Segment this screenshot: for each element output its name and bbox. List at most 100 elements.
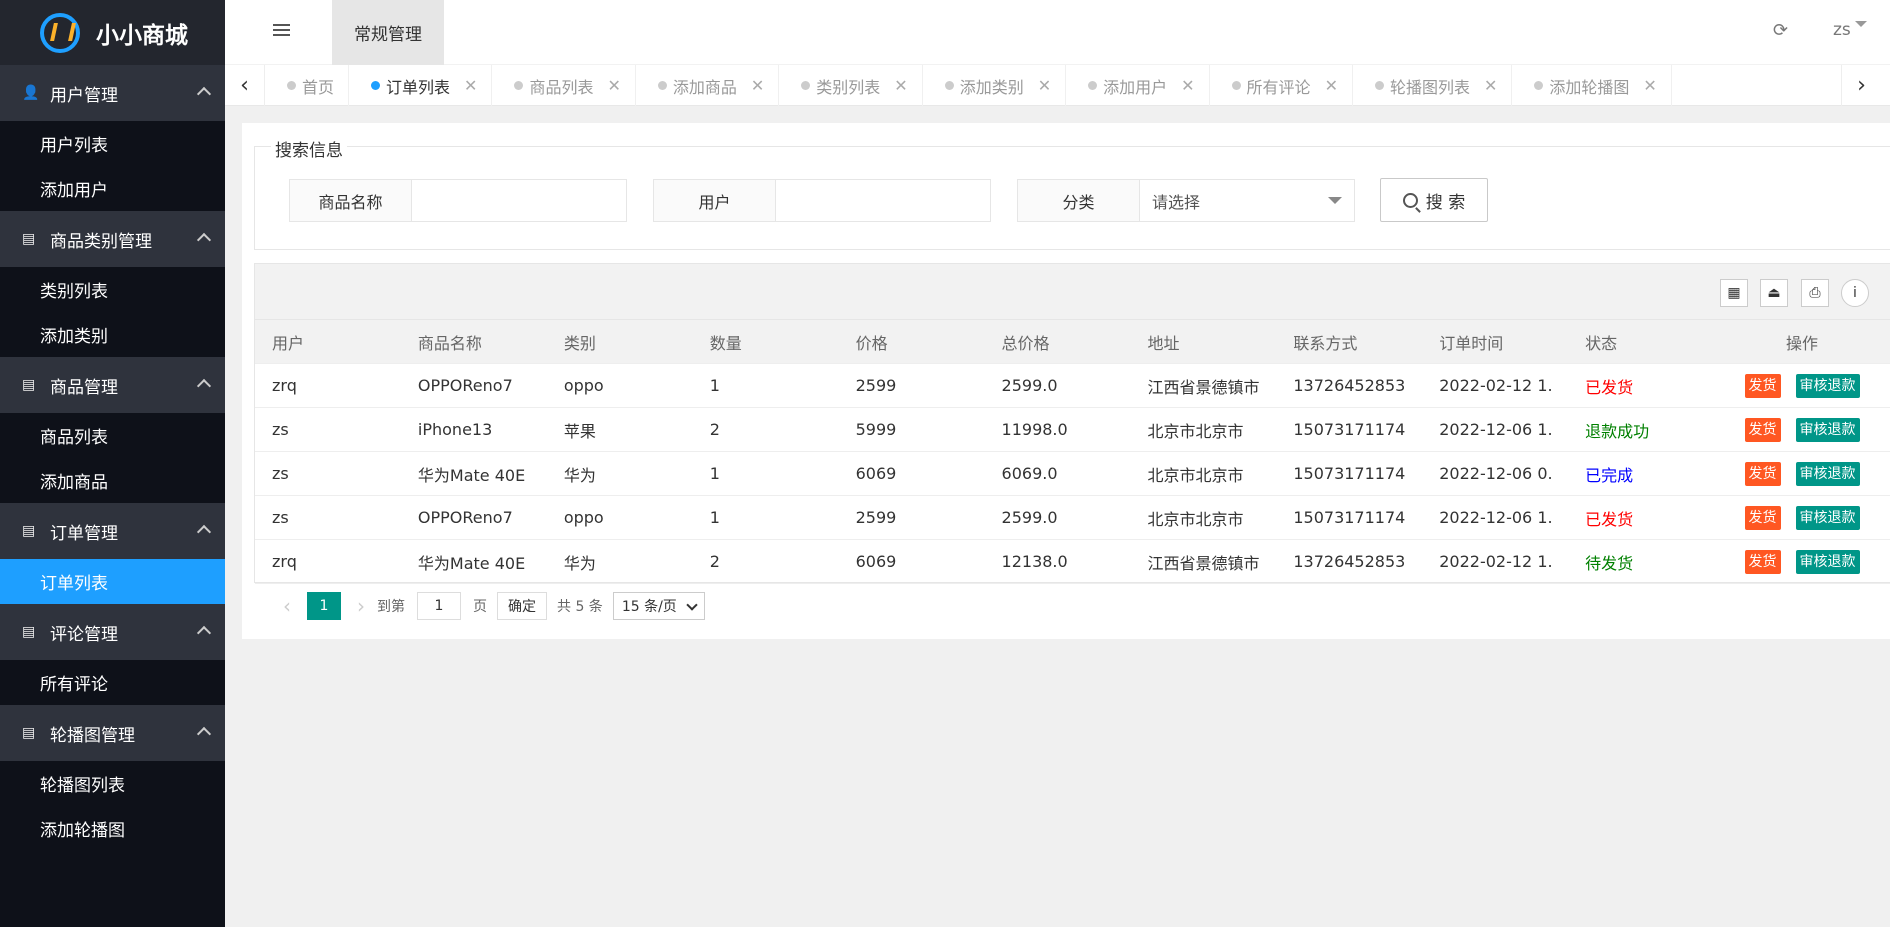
close-icon[interactable]: ✕ <box>1484 76 1497 95</box>
refund-review-button[interactable]: 审核退款 <box>1795 549 1860 574</box>
sidebar-group[interactable]: ▤ 商品管理 <box>0 357 225 413</box>
close-icon[interactable]: ✕ <box>607 76 620 95</box>
close-icon[interactable]: ✕ <box>894 76 907 95</box>
sidebar-item[interactable]: 添加类别 <box>0 312 225 357</box>
ship-button[interactable]: 发货 <box>1744 417 1781 442</box>
ship-button[interactable]: 发货 <box>1744 505 1781 530</box>
refund-review-button[interactable]: 审核退款 <box>1795 461 1860 486</box>
close-icon[interactable]: ✕ <box>1325 76 1338 95</box>
sidebar-item[interactable]: 商品列表 <box>0 413 225 458</box>
table-row: zrq 华为Mate 40E 华为 2 6069 12138.0 江西省景德镇市 137264… <box>255 540 1890 584</box>
table-toolbar: ▦ ⏏ ⎙ i <box>255 264 1890 320</box>
user-icon: 👤 <box>22 85 40 101</box>
cell-phone: 15073171174 <box>1276 420 1422 439</box>
ship-button[interactable]: 发货 <box>1744 461 1781 486</box>
top-header: 常规管理 ⟳ zs <box>225 0 1890 65</box>
tab[interactable]: 添加商品 ✕ <box>636 65 780 106</box>
tab[interactable]: 轮播图列表 ✕ <box>1353 65 1513 106</box>
total-count: 共 5 条 <box>557 599 603 615</box>
tab[interactable]: 添加类别 ✕ <box>923 65 1067 106</box>
sidebar-item[interactable]: 用户列表 <box>0 121 225 166</box>
cell-address: 北京市北京市 <box>1130 462 1276 486</box>
export-icon[interactable]: ⏏ <box>1760 279 1788 307</box>
prev-page-icon[interactable]: ‹ <box>271 594 303 618</box>
cell-category: oppo <box>547 508 693 527</box>
cell-status: 待发货 <box>1568 550 1714 574</box>
refund-review-button[interactable]: 审核退款 <box>1795 417 1860 442</box>
tab[interactable]: 添加轮播图 ✕ <box>1512 65 1672 106</box>
cell-user-text: zs <box>272 508 289 527</box>
tab[interactable]: 商品列表 ✕ <box>492 65 636 106</box>
sidebar-group[interactable]: ▤ 商品类别管理 <box>0 211 225 267</box>
menu-toggle-icon[interactable] <box>273 24 290 38</box>
user-menu[interactable]: zs <box>1833 20 1867 40</box>
tab[interactable]: 类别列表 ✕ <box>779 65 923 106</box>
ship-button[interactable]: 发货 <box>1744 549 1781 574</box>
close-icon[interactable]: ✕ <box>1038 76 1051 95</box>
refresh-icon[interactable]: ⟳ <box>1773 20 1788 41</box>
current-page[interactable]: 1 <box>307 592 341 620</box>
tab[interactable]: 订单列表 ✕ <box>349 65 493 106</box>
sidebar-item[interactable]: 类别列表 <box>0 267 225 312</box>
tab-dot-icon <box>657 81 667 90</box>
sidebar-item[interactable]: 添加轮播图 <box>0 806 225 851</box>
goto-page-input[interactable]: 1 <box>417 592 461 620</box>
close-icon[interactable]: ✕ <box>1643 76 1656 95</box>
page-size-select[interactable]: 15 条/页 <box>612 592 705 620</box>
cell-time: 2022-02-12 1... <box>1422 376 1568 395</box>
columns-icon[interactable]: ▦ <box>1720 279 1748 307</box>
product-name-input[interactable] <box>412 180 626 221</box>
cell-qty-text: 2 <box>709 552 720 571</box>
goto-confirm-button[interactable]: 确定 <box>497 592 547 620</box>
tab[interactable]: 首页 <box>265 65 350 106</box>
sidebar-item[interactable]: 订单列表 <box>0 559 225 604</box>
column-header: 总价格 <box>1001 333 1050 353</box>
sidebar-item[interactable]: 所有评论 <box>0 660 225 705</box>
info-icon[interactable]: i <box>1841 279 1869 307</box>
search-button[interactable]: 搜 索 <box>1380 178 1488 222</box>
cell-phone-text: 13726452853 <box>1293 552 1406 571</box>
tabs-prev-icon[interactable]: ‹ <box>225 65 265 106</box>
tab-label: 首页 <box>302 77 335 97</box>
cell-actions: 发货 审核退款 <box>1714 373 1890 398</box>
tab[interactable]: 添加用户 ✕ <box>1066 65 1210 106</box>
cell-address: 北京市北京市 <box>1130 506 1276 530</box>
ship-button[interactable]: 发货 <box>1744 373 1781 398</box>
top-tab-general[interactable]: 常规管理 <box>332 0 444 65</box>
cell-time: 2022-12-06 1... <box>1422 420 1568 439</box>
sidebar-item[interactable]: 添加用户 <box>0 166 225 211</box>
cell-status: 已发货 <box>1568 374 1714 398</box>
cell-total-text: 6069.0 <box>1001 464 1058 483</box>
search-icon <box>1402 192 1418 208</box>
category-label: 分类 <box>1018 180 1140 221</box>
tab[interactable]: 所有评论 ✕ <box>1210 65 1353 106</box>
column-header: 用户 <box>272 333 305 353</box>
cell-price: 2599 <box>839 508 985 527</box>
cell-phone-text: 15073171174 <box>1293 464 1406 483</box>
cell-category-text: oppo <box>563 376 604 395</box>
refund-review-button[interactable]: 审核退款 <box>1795 505 1860 530</box>
user-input[interactable] <box>776 180 990 221</box>
cell-user: zs <box>255 508 401 527</box>
cell-phone-text: 15073171174 <box>1293 420 1406 439</box>
sidebar-group[interactable]: ▤ 轮播图管理 <box>0 705 225 761</box>
close-icon[interactable]: ✕ <box>751 76 764 95</box>
close-icon[interactable]: ✕ <box>1181 76 1194 95</box>
sidebar-group[interactable]: ▤ 订单管理 <box>0 503 225 559</box>
category-select[interactable]: 请选择 <box>1140 180 1354 221</box>
sidebar-group-label: 商品类别管理 <box>50 231 152 252</box>
sidebar-item[interactable]: 添加商品 <box>0 458 225 503</box>
cell-status-text: 已完成 <box>1585 465 1634 485</box>
tabs-next-icon[interactable]: › <box>1841 65 1881 106</box>
sidebar-item[interactable]: 轮播图列表 <box>0 761 225 806</box>
sidebar-group[interactable]: ▤ 评论管理 <box>0 604 225 660</box>
cell-product: OPPOReno7 <box>401 508 547 527</box>
refund-review-button[interactable]: 审核退款 <box>1795 373 1860 398</box>
sidebar-group[interactable]: 👤 用户管理 <box>0 65 225 121</box>
next-page-icon[interactable]: › <box>345 594 377 618</box>
print-icon[interactable]: ⎙ <box>1801 279 1829 307</box>
cell-time-text: 2022-12-06 1... <box>1439 508 1553 527</box>
close-icon[interactable]: ✕ <box>464 76 477 95</box>
tab-dot-icon <box>1231 81 1241 90</box>
cell-product-text: iPhone13 <box>417 420 493 439</box>
